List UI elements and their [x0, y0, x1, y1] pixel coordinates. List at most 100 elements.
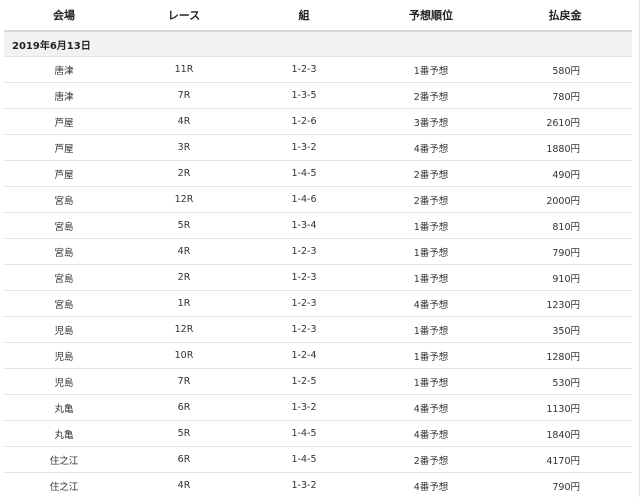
- cell-race: 10R: [124, 342, 244, 369]
- cell-combo: 1-2-3: [244, 238, 364, 265]
- cell-payout: 350円: [498, 316, 632, 343]
- cell-rank-link[interactable]: 1番予想: [364, 316, 498, 343]
- cell-rank-link[interactable]: 3番予想: [364, 108, 498, 135]
- cell-venue: 住之江: [4, 446, 124, 473]
- cell-race: 2R: [124, 264, 244, 291]
- table-body: 2019年6月13日 唐津 11R 1-2-3 1番予想 580円 唐津 7R 1-3-5 2番…: [4, 31, 632, 497]
- cell-combo: 1-2-3: [244, 316, 364, 343]
- cell-race: 3R: [124, 134, 244, 161]
- cell-combo: 1-2-3: [244, 264, 364, 291]
- header-combo: 組: [244, 0, 364, 32]
- cell-combo: 1-2-5: [244, 368, 364, 395]
- cell-rank-link[interactable]: 4番予想: [364, 394, 498, 421]
- cell-combo: 1-2-6: [244, 108, 364, 135]
- cell-venue: 芦屋: [4, 134, 124, 161]
- cell-venue: 丸亀: [4, 394, 124, 421]
- cell-payout: 780円: [498, 82, 632, 109]
- cell-race: 5R: [124, 212, 244, 239]
- table-row: 宮島 12R 1-4-6 2番予想 2000円: [4, 186, 632, 213]
- cell-race: 6R: [124, 394, 244, 421]
- cell-rank-link[interactable]: 4番予想: [364, 472, 498, 497]
- table-row: 芦屋 4R 1-2-6 3番予想 2610円: [4, 108, 632, 135]
- header-payout: 払戻金: [498, 0, 632, 32]
- header-race: レース: [124, 0, 244, 32]
- cell-payout: 2000円: [498, 186, 632, 213]
- cell-payout: 490円: [498, 160, 632, 187]
- cell-race: 7R: [124, 368, 244, 395]
- table-row: 児島 12R 1-2-3 1番予想 350円: [4, 316, 632, 343]
- cell-race: 6R: [124, 446, 244, 473]
- cell-race: 7R: [124, 82, 244, 109]
- table-row: 唐津 7R 1-3-5 2番予想 780円: [4, 82, 632, 109]
- date-label: 2019年6月13日: [4, 31, 632, 57]
- cell-payout: 530円: [498, 368, 632, 395]
- table-row: 唐津 11R 1-2-3 1番予想 580円: [4, 56, 632, 83]
- table-row: 児島 10R 1-2-4 1番予想 1280円: [4, 342, 632, 369]
- cell-combo: 1-3-5: [244, 82, 364, 109]
- cell-combo: 1-3-2: [244, 472, 364, 497]
- cell-rank-link[interactable]: 1番予想: [364, 368, 498, 395]
- cell-race: 11R: [124, 56, 244, 83]
- cell-rank-link[interactable]: 2番予想: [364, 82, 498, 109]
- cell-race: 4R: [124, 108, 244, 135]
- cell-combo: 1-3-4: [244, 212, 364, 239]
- cell-payout: 2610円: [498, 108, 632, 135]
- cell-rank-link[interactable]: 1番予想: [364, 238, 498, 265]
- cell-race: 2R: [124, 160, 244, 187]
- date-row: 2019年6月13日: [4, 31, 632, 57]
- table-row: 児島 7R 1-2-5 1番予想 530円: [4, 368, 632, 395]
- cell-combo: 1-4-6: [244, 186, 364, 213]
- cell-payout: 1840円: [498, 420, 632, 447]
- cell-rank-link[interactable]: 2番予想: [364, 160, 498, 187]
- cell-rank-link[interactable]: 2番予想: [364, 186, 498, 213]
- table-row: 宮島 1R 1-2-3 4番予想 1230円: [4, 290, 632, 317]
- results-table-container: 会場 レース 組 予想順位 払戻金 2019年6月13日 唐津 11R 1-2-3 1…: [0, 0, 640, 497]
- cell-rank-link[interactable]: 1番予想: [364, 342, 498, 369]
- table-row: 宮島 4R 1-2-3 1番予想 790円: [4, 238, 632, 265]
- cell-race: 12R: [124, 186, 244, 213]
- cell-rank-link[interactable]: 1番予想: [364, 212, 498, 239]
- table-row: 芦屋 2R 1-4-5 2番予想 490円: [4, 160, 632, 187]
- cell-race: 5R: [124, 420, 244, 447]
- cell-venue: 宮島: [4, 264, 124, 291]
- cell-rank-link[interactable]: 4番予想: [364, 420, 498, 447]
- cell-venue: 宮島: [4, 212, 124, 239]
- cell-rank-link[interactable]: 1番予想: [364, 56, 498, 83]
- table-row: 丸亀 5R 1-4-5 4番予想 1840円: [4, 420, 632, 447]
- cell-rank-link[interactable]: 4番予想: [364, 134, 498, 161]
- cell-rank-link[interactable]: 2番予想: [364, 446, 498, 473]
- cell-race: 1R: [124, 290, 244, 317]
- header-venue: 会場: [4, 0, 124, 32]
- results-table: 会場 レース 組 予想順位 払戻金 2019年6月13日 唐津 11R 1-2-3 1…: [4, 0, 632, 497]
- cell-payout: 790円: [498, 472, 632, 497]
- cell-payout: 4170円: [498, 446, 632, 473]
- header-rank: 予想順位: [364, 0, 498, 32]
- cell-venue: 宮島: [4, 186, 124, 213]
- table-header: 会場 レース 組 予想順位 払戻金: [4, 0, 632, 32]
- cell-venue: 児島: [4, 316, 124, 343]
- cell-payout: 810円: [498, 212, 632, 239]
- cell-combo: 1-2-3: [244, 56, 364, 83]
- table-row: 宮島 2R 1-2-3 1番予想 910円: [4, 264, 632, 291]
- cell-payout: 910円: [498, 264, 632, 291]
- cell-venue: 宮島: [4, 290, 124, 317]
- cell-rank-link[interactable]: 4番予想: [364, 290, 498, 317]
- cell-payout: 580円: [498, 56, 632, 83]
- table-row: 丸亀 6R 1-3-2 4番予想 1130円: [4, 394, 632, 421]
- cell-combo: 1-3-2: [244, 394, 364, 421]
- cell-venue: 芦屋: [4, 108, 124, 135]
- table-row: 芦屋 3R 1-3-2 4番予想 1880円: [4, 134, 632, 161]
- cell-venue: 丸亀: [4, 420, 124, 447]
- cell-race: 4R: [124, 472, 244, 497]
- cell-rank-link[interactable]: 1番予想: [364, 264, 498, 291]
- cell-venue: 唐津: [4, 56, 124, 83]
- cell-payout: 1880円: [498, 134, 632, 161]
- cell-venue: 芦屋: [4, 160, 124, 187]
- cell-combo: 1-4-5: [244, 160, 364, 187]
- cell-venue: 児島: [4, 368, 124, 395]
- cell-combo: 1-2-3: [244, 290, 364, 317]
- cell-payout: 1280円: [498, 342, 632, 369]
- table-row: 住之江 4R 1-3-2 4番予想 790円: [4, 472, 632, 497]
- cell-venue: 宮島: [4, 238, 124, 265]
- table-row: 住之江 6R 1-4-5 2番予想 4170円: [4, 446, 632, 473]
